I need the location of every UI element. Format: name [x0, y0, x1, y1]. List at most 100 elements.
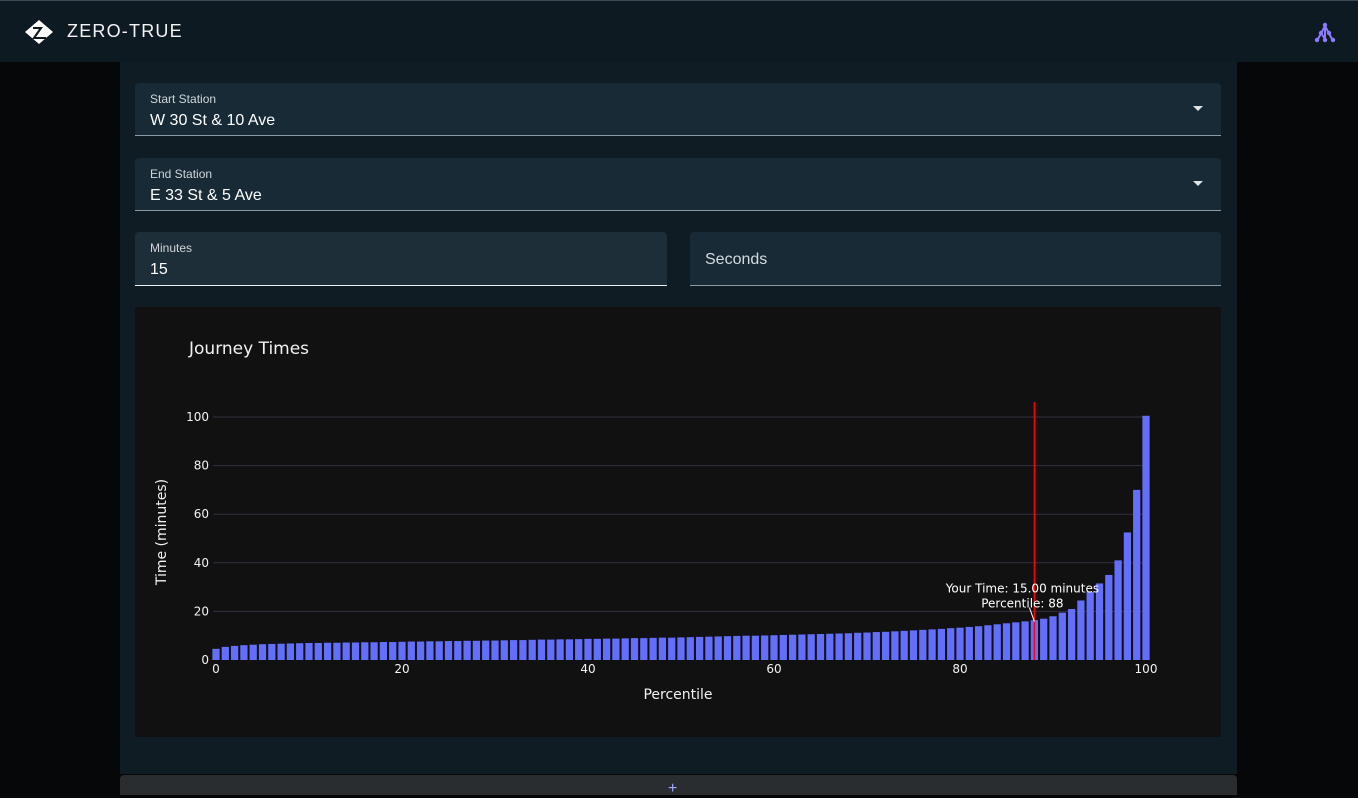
end-station-value: E 33 St & 5 Ave: [150, 187, 262, 204]
bar: [398, 641, 406, 660]
bar: [323, 642, 332, 660]
bar: [1142, 415, 1150, 660]
zero-true-logo-icon[interactable]: [24, 19, 54, 45]
bar: [695, 636, 704, 660]
x-axis-label: Percentile: [643, 687, 712, 703]
x-tick-label: 0: [212, 662, 220, 676]
bar: [993, 624, 1001, 660]
bar: [798, 634, 806, 660]
bar: [575, 639, 583, 660]
bar: [389, 642, 397, 660]
x-tick-label: 40: [580, 662, 595, 676]
seconds-field[interactable]: Seconds: [690, 232, 1221, 286]
y-tick-label: 0: [201, 653, 209, 667]
bar: [463, 640, 471, 660]
x-tick-label: 80: [952, 662, 967, 676]
bar: [751, 635, 760, 660]
bar: [630, 638, 639, 660]
bar: [854, 632, 862, 660]
bar: [426, 641, 434, 660]
bar: [909, 630, 918, 660]
dropdown-arrow-icon[interactable]: [1193, 106, 1203, 111]
bar: [537, 639, 546, 660]
bar: [686, 637, 694, 660]
bar: [1105, 574, 1113, 660]
start-station-label: Start Station: [150, 92, 217, 106]
y-axis-ticks: 0 20 40 60 80 100: [186, 410, 209, 667]
bar: [444, 641, 453, 660]
bar: [1058, 612, 1066, 660]
bar: [640, 638, 648, 660]
bar: [500, 640, 508, 660]
bar: [928, 629, 936, 660]
add-cell-button[interactable]: +: [668, 780, 677, 798]
bar: [472, 640, 481, 660]
bar: [547, 639, 555, 660]
bar: [296, 643, 304, 660]
bar: [1133, 489, 1141, 660]
bar: [277, 643, 285, 660]
bar: [677, 637, 685, 660]
bar: [1114, 560, 1122, 660]
sitemap-icon[interactable]: [1313, 21, 1337, 45]
bar: [835, 633, 843, 660]
bar: [779, 634, 787, 660]
bar: [240, 645, 248, 660]
bar: [230, 645, 239, 660]
bar: [621, 638, 629, 660]
bar: [984, 625, 992, 660]
bar: [807, 634, 815, 660]
bar: [844, 633, 853, 660]
start-station-select[interactable]: Start Station W 30 St & 10 Ave: [135, 83, 1221, 136]
bar: [761, 635, 769, 660]
bar: [519, 640, 527, 660]
end-station-select[interactable]: End Station E 33 St & 5 Ave: [135, 158, 1221, 211]
bar: [286, 643, 295, 660]
bar: [863, 632, 871, 660]
bar: [1021, 621, 1029, 660]
bar: [1067, 608, 1076, 660]
journey-times-chart: Journey Times 0 20 40 60 80 100 0 20 40 60 80 100 …: [135, 307, 1221, 737]
annotation-line-1: Your Time: 15.00 minutes: [945, 582, 1099, 596]
x-tick-label: 60: [766, 662, 781, 676]
y-axis-label: Time (minutes): [154, 479, 170, 586]
chart-bars: [212, 415, 1150, 660]
x-tick-label: 20: [394, 662, 409, 676]
bar: [826, 633, 834, 660]
y-tick-label: 80: [194, 459, 209, 473]
bar: [900, 630, 908, 660]
bar: [668, 637, 676, 660]
chart-title: Journey Times: [188, 339, 309, 359]
bar: [509, 640, 518, 660]
bar: [881, 631, 890, 660]
bar: [658, 637, 667, 660]
bar: [212, 648, 220, 660]
x-tick-label: 100: [1135, 662, 1158, 676]
add-cell-bar[interactable]: [120, 775, 1237, 795]
dropdown-arrow-icon[interactable]: [1193, 181, 1203, 186]
bar: [965, 626, 973, 660]
bar: [407, 641, 415, 660]
chart-overlay: Your Time: 15.00 minutesPercentile: 88: [945, 402, 1099, 660]
minutes-field[interactable]: Minutes 15: [135, 232, 667, 286]
bar: [891, 631, 899, 660]
y-tick-label: 100: [186, 410, 209, 424]
bar: [435, 641, 443, 660]
bar: [1040, 618, 1048, 660]
bar: [723, 636, 732, 660]
bar: [361, 642, 369, 660]
bar: [947, 628, 955, 660]
app-title: ZERO-TRUE: [67, 21, 183, 41]
bar: [528, 639, 536, 660]
y-tick-label: 60: [194, 507, 209, 521]
bar: [1123, 532, 1132, 660]
bar: [351, 642, 360, 660]
minutes-value: 15: [150, 261, 168, 278]
y-tick-label: 40: [194, 556, 209, 570]
bar: [1077, 600, 1085, 660]
annotation-line-2: Percentile: 88: [981, 597, 1063, 611]
bar: [593, 638, 601, 660]
bar: [565, 639, 574, 660]
bar: [416, 641, 425, 660]
bar: [1002, 623, 1011, 660]
